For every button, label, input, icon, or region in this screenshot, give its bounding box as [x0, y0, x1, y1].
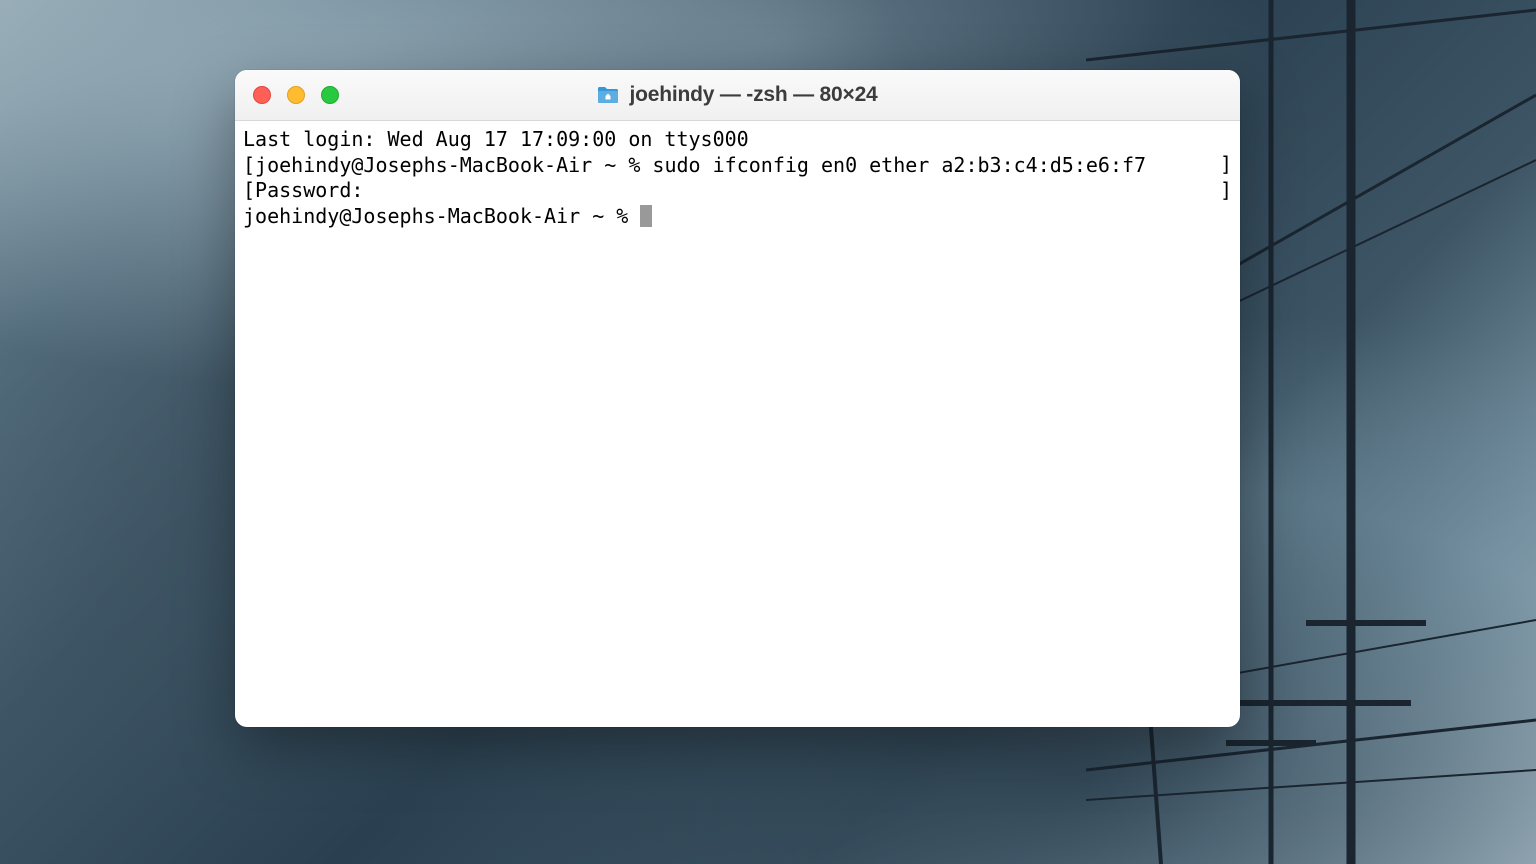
home-folder-icon [597, 86, 619, 104]
bracket-close: ] [1220, 178, 1232, 204]
bracket-close: ] [1220, 152, 1232, 178]
command-text: sudo ifconfig en0 ether a2:b3:c4:d5:e6:f… [652, 153, 1146, 177]
terminal-window: joehindy — -zsh — 80×24 Last login: Wed … [235, 70, 1240, 727]
minimize-button[interactable] [287, 86, 305, 104]
window-title: joehindy — -zsh — 80×24 [629, 83, 877, 107]
title-container: joehindy — -zsh — 80×24 [235, 83, 1240, 107]
terminal-cursor [640, 205, 652, 227]
zoom-button[interactable] [321, 86, 339, 104]
bracket-open: [ [243, 178, 255, 202]
terminal-password-line: [Password:] [243, 178, 1232, 204]
terminal-command-line: [joehindy@Josephs-MacBook-Air ~ % sudo i… [243, 153, 1232, 179]
terminal-content[interactable]: Last login: Wed Aug 17 17:09:00 on ttys0… [235, 121, 1240, 727]
bracket-open: [ [243, 153, 255, 177]
close-button[interactable] [253, 86, 271, 104]
terminal-last-login: Last login: Wed Aug 17 17:09:00 on ttys0… [243, 127, 1232, 153]
terminal-prompt-line: joehindy@Josephs-MacBook-Air ~ % [243, 204, 1232, 230]
traffic-lights [253, 86, 339, 104]
shell-prompt: joehindy@Josephs-MacBook-Air ~ % [243, 204, 640, 228]
password-prompt: Password: [255, 178, 363, 202]
window-titlebar[interactable]: joehindy — -zsh — 80×24 [235, 70, 1240, 121]
shell-prompt: joehindy@Josephs-MacBook-Air ~ % [255, 153, 652, 177]
